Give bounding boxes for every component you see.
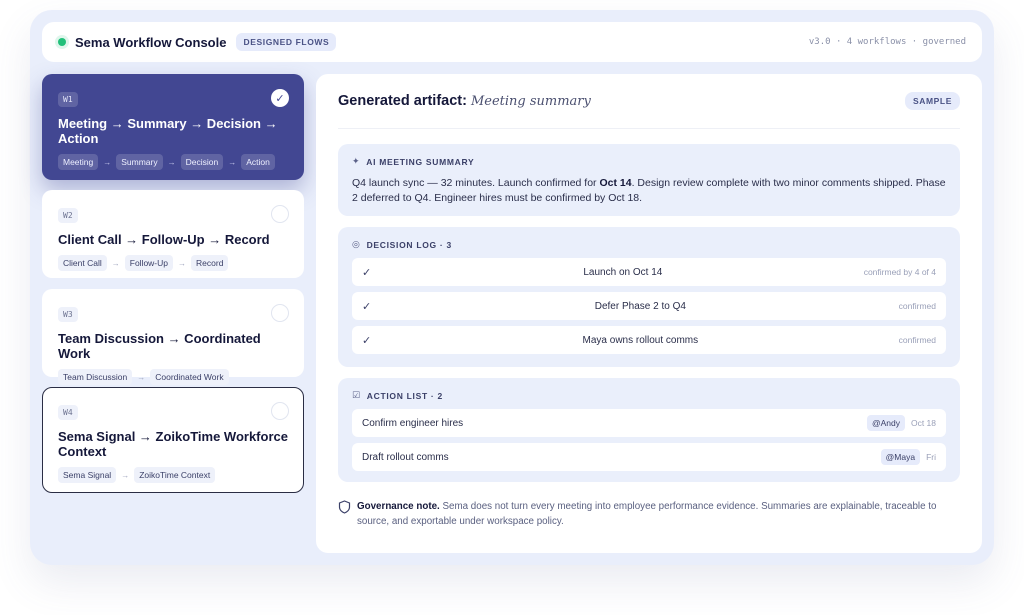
owner-chip: @Andy bbox=[866, 415, 905, 431]
workflow-title: Client Call → Follow-Up → Record bbox=[58, 232, 270, 247]
artifact-panel: Generated artifact: Meeting summary SAMP… bbox=[316, 74, 982, 553]
decision-status: confirmed bbox=[898, 335, 936, 345]
governance-note: Governance note. Sema does not turn ever… bbox=[338, 499, 960, 529]
sample-badge: SAMPLE bbox=[904, 92, 960, 110]
arrow-right-icon: → bbox=[103, 157, 112, 167]
app-window: Sema Workflow Console DESIGNED FLOWS v3.… bbox=[30, 10, 994, 565]
step-chip: Summary bbox=[116, 154, 163, 170]
shield-icon bbox=[338, 500, 351, 529]
step-chip: Decision bbox=[180, 154, 224, 170]
arrow-right-icon: → bbox=[178, 258, 187, 268]
arrow-right-icon: → bbox=[111, 258, 120, 268]
workflow-card-w2[interactable]: W2 Client Call → Follow-Up → Record Clie… bbox=[42, 190, 304, 278]
artifact-label: Generated artifact: bbox=[338, 93, 467, 109]
step-chip: Team Discussion bbox=[58, 369, 133, 385]
check-icon: ✓ bbox=[362, 334, 372, 347]
workflow-steps: Meeting → Summary → Decision → Action bbox=[58, 154, 288, 170]
check-icon: ✓ bbox=[362, 300, 372, 313]
workflow-title: Sema Signal → ZoikoTime Workforce Contex… bbox=[58, 429, 288, 459]
workflow-steps: Client Call → Follow-Up → Record bbox=[58, 255, 288, 271]
decision-log-section: ◎ DECISION LOG · 3 ✓ Launch on Oct 14 co… bbox=[338, 227, 960, 367]
action-text: Confirm engineer hires bbox=[362, 417, 464, 429]
summary-text-bold: Oct 14 bbox=[599, 177, 632, 189]
summary-text: Q4 launch sync — 32 minutes. Launch conf… bbox=[352, 176, 946, 206]
decision-status: confirmed by 4 of 4 bbox=[863, 267, 936, 277]
due-date: Fri bbox=[926, 452, 936, 462]
artifact-name: Meeting summary bbox=[470, 93, 591, 109]
owner-chip: @Maya bbox=[880, 449, 921, 465]
app-title: Sema Workflow Console bbox=[75, 34, 227, 50]
workflow-tag: W2 bbox=[58, 208, 78, 223]
workflow-tag: W4 bbox=[58, 405, 78, 420]
step-chip: Meeting bbox=[58, 154, 99, 170]
action-list-section: ☑ ACTION LIST · 2 Confirm engineer hires… bbox=[338, 378, 960, 482]
status-dot-icon bbox=[58, 38, 66, 46]
decision-text: Maya owns rollout comms bbox=[582, 334, 699, 346]
step-chip: Follow-Up bbox=[124, 255, 174, 271]
version-info: v3.0 · 4 workflows · governed bbox=[808, 37, 966, 47]
radio-icon[interactable] bbox=[271, 304, 289, 322]
sparkle-icon: ✦ bbox=[352, 156, 361, 166]
governance-title: Governance note. bbox=[357, 501, 440, 512]
arrow-right-icon: → bbox=[137, 372, 146, 382]
decision-row: ✓ Defer Phase 2 to Q4 confirmed bbox=[352, 292, 946, 320]
step-chip: Record bbox=[191, 255, 229, 271]
summary-text-part: Q4 launch sync — 32 minutes. Launch conf… bbox=[352, 177, 600, 189]
step-chip: Client Call bbox=[58, 255, 107, 271]
decision-text: Launch on Oct 14 bbox=[583, 266, 663, 278]
workflow-title: Team Discussion → Coordinated Work bbox=[58, 331, 261, 361]
target-icon: ◎ bbox=[352, 239, 361, 249]
governance-text: Governance note. Sema does not turn ever… bbox=[357, 499, 960, 529]
decision-row: ✓ Maya owns rollout comms confirmed bbox=[352, 326, 946, 354]
workflow-card-w4[interactable]: W4 Sema Signal → ZoikoTime Workforce Con… bbox=[42, 387, 304, 493]
workflow-card-w1[interactable]: W1 ✓ Meeting → Summary → Decision → Acti… bbox=[42, 74, 304, 180]
governance-body: Sema does not turn every meeting into em… bbox=[357, 501, 937, 527]
workflow-tag: W1 bbox=[58, 92, 78, 107]
decision-text: Defer Phase 2 to Q4 bbox=[594, 300, 686, 312]
decision-status: confirmed bbox=[898, 301, 936, 311]
arrow-right-icon: → bbox=[121, 470, 130, 480]
action-list-heading: ACTION LIST · 2 bbox=[366, 390, 443, 401]
check-icon: ✓ bbox=[362, 266, 372, 279]
step-chip: ZoikoTime Context bbox=[134, 467, 216, 483]
designed-flows-badge: DESIGNED FLOWS bbox=[236, 33, 337, 51]
workflow-card-w3[interactable]: W3 Team Discussion → Coordinated Work Te… bbox=[42, 289, 304, 385]
summary-heading: AI MEETING SUMMARY bbox=[366, 156, 475, 167]
decision-row: ✓ Launch on Oct 14 confirmed by 4 of 4 bbox=[352, 258, 946, 286]
workflow-steps: Team Discussion → Coordinated Work bbox=[58, 369, 288, 385]
artifact-header: Generated artifact: Meeting summary SAMP… bbox=[338, 74, 960, 129]
action-row[interactable]: Draft rollout comms @Maya Fri bbox=[352, 443, 946, 471]
checkbox-icon: ☑ bbox=[352, 390, 361, 400]
action-text: Draft rollout comms bbox=[362, 451, 449, 463]
action-row[interactable]: Confirm engineer hires @Andy Oct 18 bbox=[352, 409, 946, 437]
top-bar: Sema Workflow Console DESIGNED FLOWS v3.… bbox=[42, 22, 982, 62]
decision-log-heading: DECISION LOG · 3 bbox=[366, 239, 452, 250]
arrow-right-icon: → bbox=[167, 157, 176, 167]
due-date: Oct 18 bbox=[910, 418, 936, 428]
step-chip: Coordinated Work bbox=[150, 369, 229, 385]
check-icon: ✓ bbox=[271, 89, 289, 107]
arrow-right-icon: → bbox=[228, 157, 237, 167]
step-chip: Action bbox=[241, 154, 275, 170]
radio-icon[interactable] bbox=[271, 205, 289, 223]
radio-icon[interactable] bbox=[271, 402, 289, 420]
workflow-title: Meeting → Summary → Decision → Action bbox=[58, 116, 278, 146]
workflow-steps: Sema Signal → ZoikoTime Context bbox=[58, 467, 288, 483]
summary-section: ✦ AI MEETING SUMMARY Q4 launch sync — 32… bbox=[338, 144, 960, 216]
step-chip: Sema Signal bbox=[58, 467, 117, 483]
workflow-tag: W3 bbox=[58, 307, 78, 322]
